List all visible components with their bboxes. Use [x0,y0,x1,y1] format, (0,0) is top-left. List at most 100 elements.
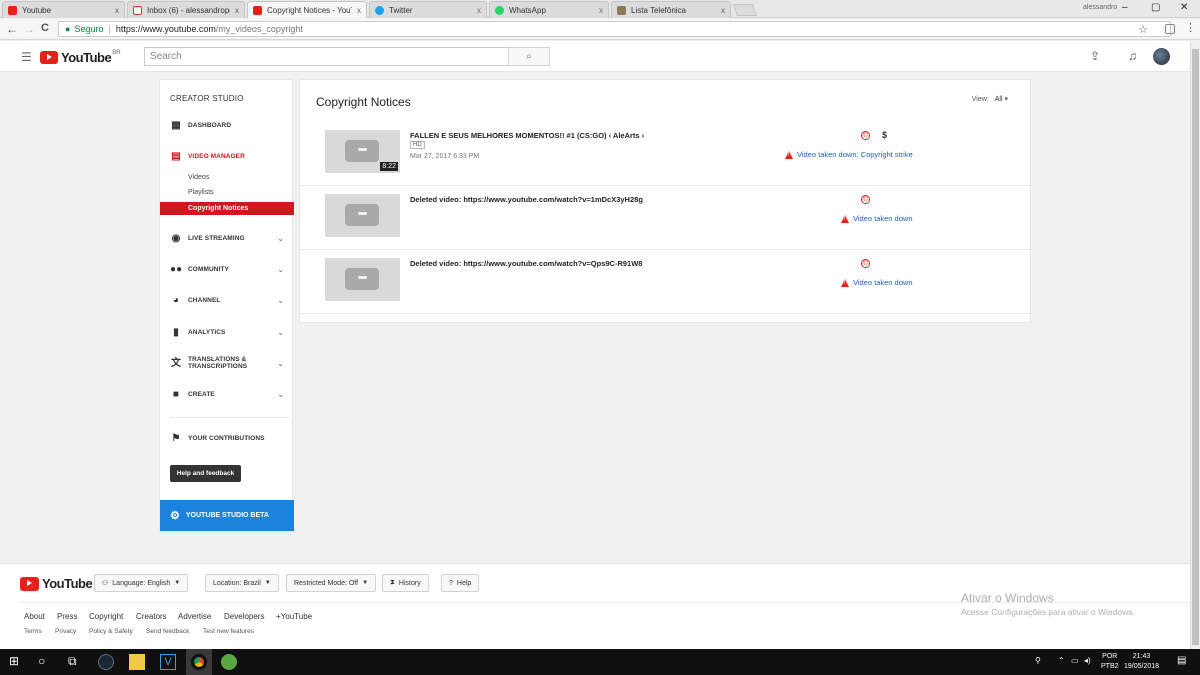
extension-icon[interactable] [1165,24,1175,34]
forward-icon[interactable]: → [23,22,35,36]
people-icon: ⚇ [102,580,109,587]
steam-icon[interactable] [98,654,114,670]
browser-profile-chip[interactable]: alessandro [1083,4,1117,11]
minimize-icon[interactable]: – [1122,2,1128,13]
file-explorer-icon[interactable] [129,654,145,670]
browser-tab-strip: Youtube x Inbox (6) - alessandropeti x C… [0,0,1200,18]
page-scrollbar[interactable] [1190,41,1200,649]
new-tab-button[interactable] [732,4,758,16]
vegas-icon[interactable]: V [160,654,176,670]
address-bar[interactable]: ● Seguro | https://www.youtube.com/my_vi… [58,21,1171,37]
page-title: Copyright Notices [316,95,411,109]
footer-link-advertise[interactable]: Advertise [178,612,211,621]
history-button[interactable]: ⧗ History [382,574,429,592]
search-button[interactable]: ⌕ [508,47,550,66]
video-thumbnail[interactable]: ••• 8:22 [325,130,400,173]
location-button[interactable]: Location: Brazil ▼ [205,574,279,592]
tab-youtube[interactable]: Youtube x [2,1,125,18]
restricted-mode-button[interactable]: Restricted Mode: Off ▼ [286,574,377,592]
task-view-icon[interactable]: ⧉ [68,654,77,670]
footer-link-copyright[interactable]: Copyright [89,612,123,621]
live-icon: ◉ [171,232,181,244]
footer-link-plus-youtube[interactable]: +YouTube [276,612,312,621]
tab-close-icon[interactable]: x [115,6,119,15]
youtube-logo[interactable]: YouTube BR [40,50,121,65]
tab-twitter[interactable]: Twitter x [369,1,487,18]
tab-close-icon[interactable]: x [357,6,361,15]
footer-link-send-feedback[interactable]: Send feedback [146,628,189,635]
maximize-icon[interactable]: ▢ [1151,2,1160,13]
sidebar-item-translations[interactable]: 文 TRANSLATIONS & TRANSCRIPTIONS ⌄ [170,353,286,373]
volume-icon[interactable]: ◂) [1084,656,1091,665]
footer-link-developers[interactable]: Developers [224,612,264,621]
tab-close-icon[interactable]: x [235,6,239,15]
placeholder-icon: ••• [345,140,379,162]
view-filter[interactable]: View: All ▾ [972,95,1008,103]
footer-link-creators[interactable]: Creators [136,612,167,621]
sidebar-item-your-contributions[interactable]: ⚑ YOUR CONTRIBUTIONS [170,431,286,445]
video-title[interactable]: FALLEN E SEUS MELHORES MOMENTOS!! #1 (CS… [410,131,644,140]
sidebar-item-analytics[interactable]: ▮ ANALYTICS ⌄ [170,325,286,339]
sidebar-item-create[interactable]: ■ CREATE ⌄ [170,387,286,401]
tab-close-icon[interactable]: x [599,6,603,15]
search-input[interactable]: Search [144,47,509,66]
takedown-status[interactable]: Video taken down [841,214,913,223]
youtube-favicon-icon [8,5,17,15]
tab-lista-telefonica[interactable]: Lista Telefônica x [611,1,731,18]
tray-chevron-up-icon[interactable]: ⌃ [1058,656,1065,665]
video-thumbnail[interactable]: ••• [325,258,400,301]
taskbar-clock[interactable]: 21:43 19/05/2018 [1124,652,1159,672]
back-icon[interactable]: ← [6,22,18,36]
reload-icon[interactable]: C [41,22,49,34]
hamburger-menu-icon[interactable]: ☰ [21,50,32,64]
sidebar-item-dashboard[interactable]: ▦ DASHBOARD [170,118,286,132]
input-language-indicator[interactable]: POR PTB2 [1101,652,1119,672]
tray-app-icon[interactable]: ▭ [1071,656,1079,665]
bookmark-star-icon[interactable]: ☆ [1138,23,1148,36]
scrollbar-thumb[interactable] [1192,49,1199,645]
action-center-icon[interactable]: ▤ [1177,655,1186,666]
sidebar-subitem-copyright-notices[interactable]: Copyright Notices [160,202,294,215]
utorrent-icon[interactable] [221,654,237,670]
sidebar-item-channel[interactable]: ◕ CHANNEL ⌄ [170,293,286,307]
footer-youtube-logo[interactable]: YouTube [20,576,93,591]
browser-menu-icon[interactable]: ⋮ [1185,21,1196,34]
takedown-status[interactable]: Video taken down: Copyright strike [785,150,913,159]
placeholder-icon: ••• [345,268,379,290]
avatar[interactable] [1153,48,1170,65]
sidebar-item-live-streaming[interactable]: ◉ LIVE STREAMING ⌄ [170,231,286,245]
video-title[interactable]: Deleted video: https://www.youtube.com/w… [410,259,642,268]
footer-link-about[interactable]: About [24,612,45,621]
footer-link-terms[interactable]: Terms [24,628,42,635]
windows-start-icon[interactable]: ⊞ [9,654,19,670]
video-thumbnail[interactable]: ••• [325,194,400,237]
tab-close-icon[interactable]: x [721,6,725,15]
people-tray-icon[interactable]: ⚲ [1035,656,1041,665]
lista-favicon-icon [617,5,626,15]
footer-link-test-features[interactable]: Test new features [203,628,254,635]
video-title[interactable]: Deleted video: https://www.youtube.com/w… [410,195,643,204]
close-window-icon[interactable]: ✕ [1180,2,1188,13]
warning-icon [841,214,849,223]
chrome-icon[interactable] [190,653,208,671]
chevron-down-icon: ⌄ [277,233,284,243]
footer-link-policy-safety[interactable]: Policy & Safety [89,628,133,635]
tab-whatsapp[interactable]: WhatsApp x [489,1,609,18]
tab-close-icon[interactable]: x [477,6,481,15]
takedown-status[interactable]: Video taken down [841,278,913,287]
footer-link-press[interactable]: Press [57,612,77,621]
sidebar-item-community[interactable]: ●● COMMUNITY ⌄ [170,262,286,276]
upload-icon[interactable]: ⇪ [1090,49,1100,63]
help-button[interactable]: ? Help [441,574,480,592]
language-button[interactable]: ⚇ Language: English ▼ [94,574,189,592]
sidebar-subitem-videos[interactable]: Videos [188,174,209,181]
tab-copyright-notices[interactable]: Copyright Notices - YouT x [247,1,367,18]
search-icon[interactable]: ○ [38,654,45,670]
help-feedback-button[interactable]: Help and feedback [170,465,241,482]
sidebar-item-video-manager[interactable]: ▤ VIDEO MANAGER [170,149,286,163]
notifications-bell-icon[interactable]: ♫ [1128,49,1137,63]
footer-link-privacy[interactable]: Privacy [55,628,76,635]
sidebar-subitem-playlists[interactable]: Playlists [188,189,214,196]
youtube-studio-beta-button[interactable]: ⚙ YOUTUBE STUDIO BETA [160,500,294,531]
tab-gmail[interactable]: Inbox (6) - alessandropeti x [127,1,245,18]
